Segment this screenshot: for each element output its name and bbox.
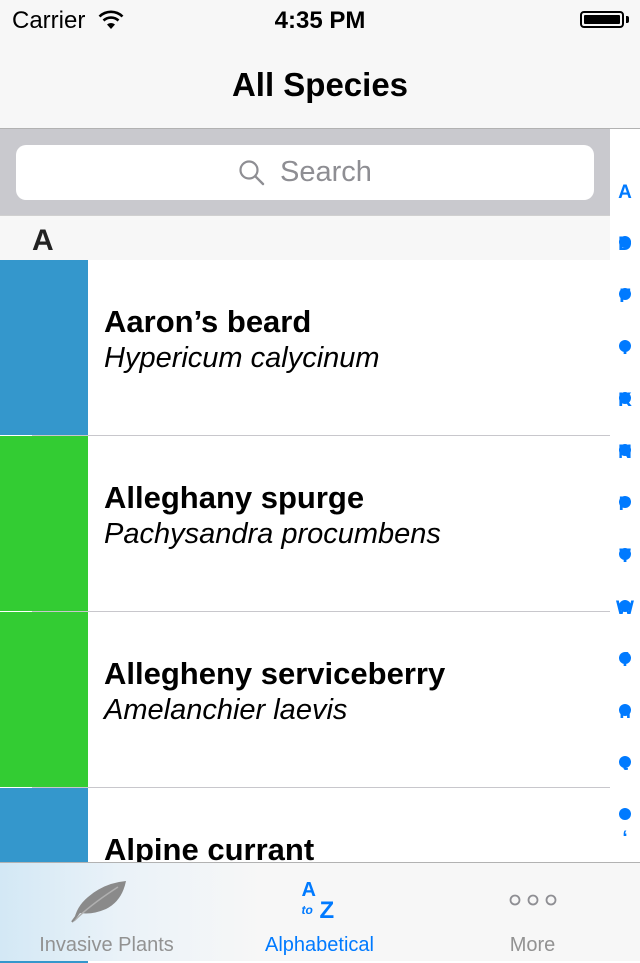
tab-invasive-plants[interactable]: Invasive Plants bbox=[0, 863, 213, 961]
tab-alphabetical[interactable]: A to Z Alphabetical bbox=[213, 863, 426, 961]
a-to-z-icon-a: A bbox=[301, 879, 316, 901]
list-item[interactable]: Aaron’s beard Hypericum calycinum bbox=[0, 260, 610, 435]
section-title: A bbox=[32, 224, 54, 257]
common-name: Alleghany spurge bbox=[104, 480, 365, 515]
category-color-swatch bbox=[0, 612, 88, 787]
common-name: Allegheny serviceberry bbox=[104, 656, 446, 691]
index-letter[interactable]: K bbox=[610, 390, 640, 412]
battery-tip bbox=[626, 16, 629, 23]
category-color-swatch bbox=[0, 260, 88, 435]
index-letter[interactable]: D bbox=[610, 234, 640, 256]
category-color-swatch bbox=[0, 436, 88, 611]
navigation-bar: All Species bbox=[0, 40, 640, 129]
search-icon bbox=[239, 159, 265, 185]
search-placeholder: Search bbox=[280, 156, 372, 188]
leaf-icon bbox=[71, 881, 126, 923]
species-list: Aaron’s beard Hypericum calycinum Allegh… bbox=[0, 260, 610, 963]
list-item[interactable]: Alleghany spurge Pachysandra procumbens bbox=[0, 436, 610, 611]
page-title: All Species bbox=[231, 66, 409, 103]
index-letter[interactable]: W bbox=[610, 598, 640, 620]
index-letter[interactable]: I bbox=[610, 338, 640, 360]
index-dot[interactable] bbox=[619, 808, 631, 820]
index-letter[interactable]: t bbox=[610, 754, 640, 776]
search-input[interactable]: Search bbox=[16, 145, 594, 200]
search-bar: Search bbox=[0, 129, 610, 215]
index-letter[interactable]: f bbox=[610, 650, 640, 672]
status-time: 4:35 PM bbox=[274, 7, 366, 34]
latin-name: Pachysandra procumbens bbox=[104, 518, 441, 550]
index-letter[interactable]: P bbox=[610, 494, 640, 516]
common-name: Aaron’s beard bbox=[104, 304, 312, 339]
a-to-z-icon-z: Z bbox=[319, 897, 335, 924]
latin-name: Hypericum calycinum bbox=[104, 342, 380, 374]
index-letter[interactable]: n bbox=[610, 702, 640, 724]
a-to-z-icon-to: to bbox=[301, 903, 313, 917]
index-letter[interactable]: N bbox=[610, 442, 640, 464]
battery-icon bbox=[580, 11, 624, 28]
tab-label: Invasive Plants bbox=[39, 934, 174, 956]
latin-name: Amelanchier laevis bbox=[104, 694, 348, 726]
more-icon bbox=[509, 894, 556, 906]
index-letter[interactable]: A bbox=[610, 182, 640, 204]
tab-label: Alphabetical bbox=[265, 934, 374, 956]
section-header: A bbox=[0, 215, 610, 261]
tab-more[interactable]: More bbox=[426, 863, 639, 961]
index-letter[interactable]: F bbox=[610, 286, 640, 308]
tab-label: More bbox=[509, 934, 556, 956]
index-letter[interactable]: T bbox=[610, 546, 640, 568]
section-index[interactable]: A D F I K N P T Wf n t ‘ bbox=[610, 180, 640, 849]
status-bar: Carrier 4:35 PM bbox=[0, 0, 640, 40]
battery-level bbox=[584, 15, 620, 24]
list-item[interactable]: Allegheny serviceberry Amelanchier laevi… bbox=[0, 612, 610, 787]
index-letter[interactable]: ‘ bbox=[610, 828, 640, 850]
tab-bar: Invasive Plants A to Z Alphabetical More bbox=[0, 862, 640, 961]
a-to-z-icon: A to Z bbox=[296, 879, 344, 927]
